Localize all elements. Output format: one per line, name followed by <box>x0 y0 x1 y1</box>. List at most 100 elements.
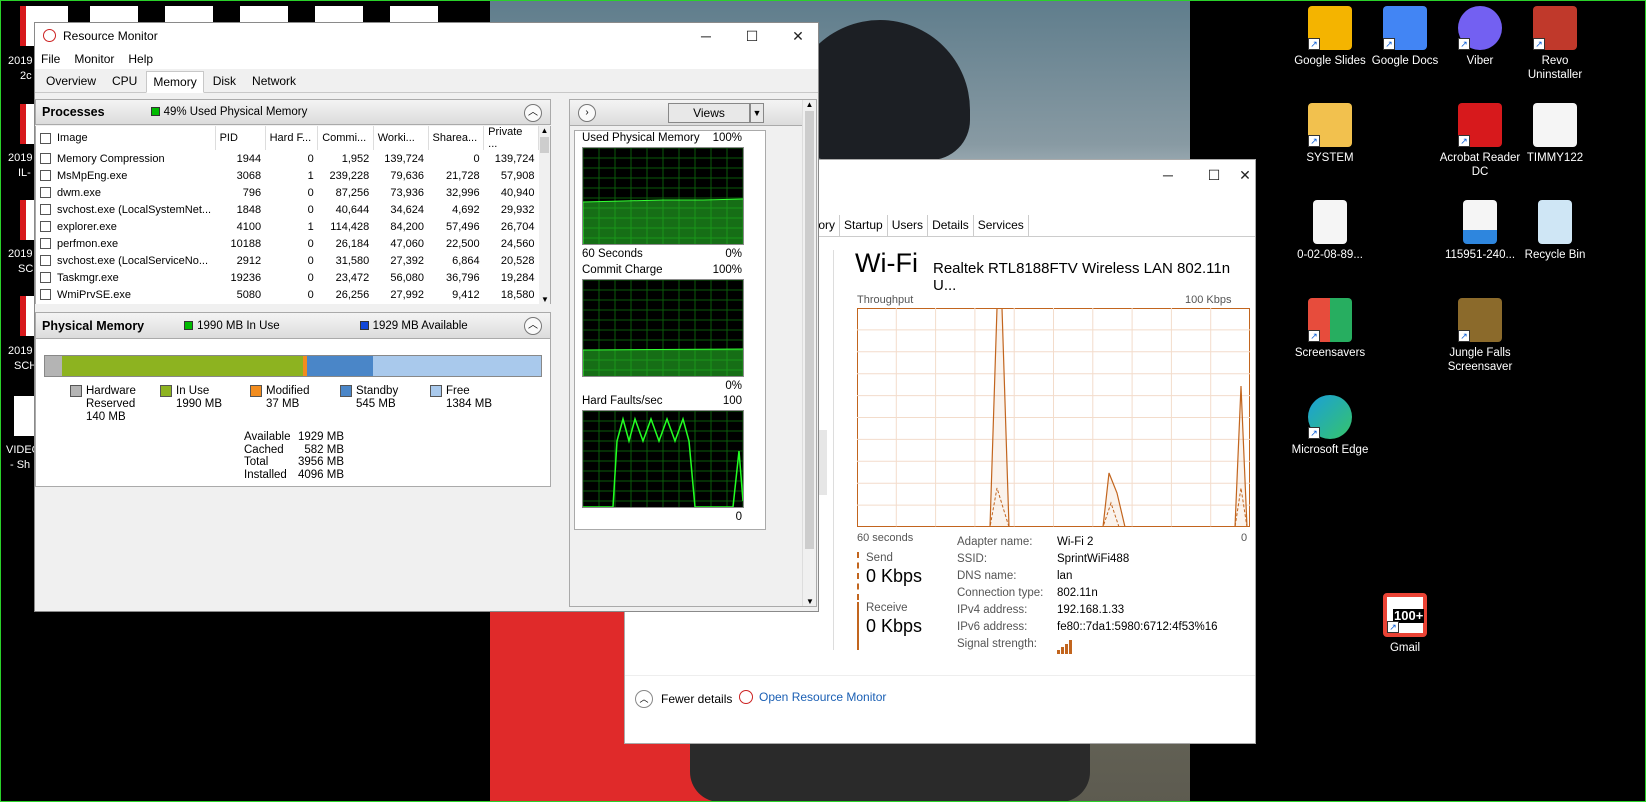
close-button[interactable]: ✕ <box>775 23 821 49</box>
physical-memory-header[interactable]: Physical Memory 1990 MB In Use 1929 MB A… <box>36 313 550 339</box>
desktop-icon-video-file[interactable]: 0-02-08-89... <box>1288 200 1372 262</box>
column-header[interactable]: PID <box>215 126 266 150</box>
table-row[interactable]: WmiPrvSE.exe 5080 0 26,256 27,992 9,412 18,580 <box>36 286 539 303</box>
tab-disk[interactable]: Disk <box>206 70 243 92</box>
pane-splitter[interactable] <box>553 99 567 611</box>
row-checkbox[interactable] <box>40 221 51 233</box>
collapse-physical-memory-button[interactable]: ︿ <box>524 317 542 335</box>
table-row[interactable]: explorer.exe 4100 1 114,428 84,200 57,496 26,7… <box>36 218 539 235</box>
graph-pane-scrollbar[interactable]: ▲ ▼ <box>802 100 816 606</box>
table-row[interactable]: svchost.exe (LocalServiceNo... 2912 0 31,58… <box>36 252 539 269</box>
processes-header[interactable]: Processes 49% Used Physical Memory ︿ <box>35 99 551 125</box>
column-header[interactable]: Sharea... <box>428 126 485 150</box>
process-value-cell: 34,624 <box>390 203 425 216</box>
process-value-cell: 6,864 <box>452 254 480 267</box>
desktop-icon-google-slides[interactable]: ↗ Google Slides <box>1288 6 1372 68</box>
processes-scrollbar[interactable]: ▲ ▼ <box>539 126 551 304</box>
desktop-icon-acrobat[interactable]: ↗ Acrobat Reader DC <box>1438 103 1522 179</box>
tab-memory[interactable]: Memory <box>146 71 204 93</box>
column-header[interactable]: Private ... <box>483 126 539 150</box>
row-checkbox[interactable] <box>40 170 51 182</box>
row-checkbox[interactable] <box>40 255 51 267</box>
row-checkbox[interactable] <box>40 204 51 216</box>
select-all-checkbox[interactable] <box>40 132 51 144</box>
scroll-thumb[interactable] <box>540 137 549 153</box>
graph-trace <box>583 198 743 244</box>
open-resource-monitor-link[interactable]: Open Resource Monitor <box>739 690 886 704</box>
desktop-icon-revo[interactable]: ↗ Revo Uninstaller <box>1513 6 1597 82</box>
desktop-icon-edge[interactable]: ↗ Microsoft Edge <box>1288 395 1372 457</box>
table-row[interactable]: svchost.exe (LocalSystemNet... 1848 0 40,64… <box>36 201 539 218</box>
scroll-thumb[interactable] <box>805 111 814 549</box>
tab-overview[interactable]: Overview <box>39 70 103 92</box>
table-row[interactable]: Taskmgr.exe 19236 0 23,472 56,080 36,796 19,28… <box>36 269 539 286</box>
scroll-down-arrow-icon[interactable]: ▼ <box>803 597 817 606</box>
tab-details[interactable]: Details <box>927 215 973 236</box>
scroll-up-arrow-icon[interactable]: ▲ <box>803 100 816 109</box>
desktop-icon-jungle-falls[interactable]: ↗ Jungle Falls Screensaver <box>1438 298 1522 374</box>
chevron-down-icon[interactable]: ▼ <box>750 103 764 123</box>
column-header[interactable]: Worki... <box>373 126 429 150</box>
menu-help[interactable]: Help <box>128 52 153 66</box>
process-value-cell: 22,500 <box>446 237 480 250</box>
desktop-icon-image-file[interactable]: 115951-240... <box>1438 200 1522 262</box>
process-value-cell: 139,724 <box>384 152 425 165</box>
close-button[interactable]: ✕ <box>1235 162 1255 188</box>
table-row[interactable]: Memory Compression 1944 0 1,952 139,724 0 139,… <box>36 150 539 167</box>
process-value-cell: 36,796 <box>446 271 480 284</box>
pdf-file-icon[interactable] <box>20 200 34 240</box>
desktop-icon-gmail[interactable]: 100+ ↗ Gmail <box>1363 593 1447 655</box>
row-checkbox[interactable] <box>40 187 51 199</box>
column-header[interactable]: Hard F... <box>265 126 319 150</box>
desktop-icon-recycle-bin[interactable]: Recycle Bin <box>1513 200 1597 262</box>
row-checkbox[interactable] <box>40 153 51 165</box>
pdf-file-icon[interactable] <box>20 296 34 336</box>
tab-services[interactable]: Services <box>972 215 1029 236</box>
physical-memory-title: Physical Memory <box>42 318 145 333</box>
maximize-button[interactable]: ☐ <box>1191 162 1237 188</box>
process-value-cell: 19,732 <box>428 303 484 304</box>
table-row[interactable]: MsMpEng.exe 3068 1 239,228 79,636 21,728 57,90… <box>36 167 539 184</box>
menu-file[interactable]: File <box>41 52 60 66</box>
receive-value: 0 Kbps <box>866 616 923 636</box>
row-checkbox[interactable] <box>40 238 51 250</box>
views-dropdown[interactable]: Views <box>668 103 750 123</box>
column-header-label: Commi... <box>322 132 367 144</box>
tab-startup[interactable]: Startup <box>839 215 887 236</box>
desktop-icon-viber[interactable]: ↗ Viber <box>1438 6 1522 68</box>
desktop-icon-timmy122[interactable]: TIMMY122 <box>1513 103 1597 165</box>
fewer-details-button[interactable]: ︿ Fewer details <box>635 690 732 708</box>
column-header[interactable]: Image <box>36 126 216 150</box>
expand-pane-button[interactable]: › <box>578 104 596 122</box>
row-checkbox[interactable] <box>40 289 51 301</box>
process-name-cell: SupportAssistAgent.exe <box>36 303 215 304</box>
legend-name: In Use <box>176 385 210 397</box>
in-use-indicator: 1990 MB In Use <box>184 320 280 332</box>
screensavers-icon: ↗ <box>1308 298 1352 342</box>
table-row[interactable]: perfmon.exe 10188 0 26,184 47,060 22,500 24,56… <box>36 235 539 252</box>
tab-network[interactable]: Network <box>245 70 303 92</box>
tab-cpu[interactable]: CPU <box>105 70 144 92</box>
maximize-button[interactable]: ☐ <box>729 23 775 49</box>
throughput-graph <box>857 308 1250 527</box>
table-row[interactable]: dwm.exe 796 0 87,256 73,936 32,996 40,940 <box>36 184 539 201</box>
column-header[interactable]: Commi... <box>317 126 374 150</box>
row-checkbox[interactable] <box>40 272 51 284</box>
desktop-icon-system[interactable]: ↗ SYSTEM <box>1288 103 1372 165</box>
table-row[interactable]: SupportAssistAgent.exe33200597,56435,764… <box>36 303 539 304</box>
menu-monitor[interactable]: Monitor <box>74 52 114 66</box>
detail-label: SSID: <box>957 553 988 565</box>
scroll-down-arrow-icon[interactable]: ▼ <box>539 295 551 304</box>
shortcut-arrow-icon: ↗ <box>1387 621 1399 633</box>
tab-users[interactable]: Users <box>886 215 927 236</box>
desktop-icon-google-docs[interactable]: ↗ Google Docs <box>1363 6 1447 68</box>
receive-section: Receive 0 Kbps <box>857 602 937 650</box>
video-file-icon[interactable] <box>14 396 34 436</box>
desktop-icon-screensavers[interactable]: ↗ Screensavers <box>1288 298 1372 360</box>
collapse-processes-button[interactable]: ︿ <box>524 104 542 122</box>
gmail-icon: 100+ ↗ <box>1383 593 1427 637</box>
pdf-file-icon[interactable] <box>20 104 34 144</box>
scroll-up-arrow-icon[interactable]: ▲ <box>539 126 550 135</box>
minimize-button[interactable]: ─ <box>1145 162 1191 188</box>
minimize-button[interactable]: ─ <box>683 23 729 49</box>
